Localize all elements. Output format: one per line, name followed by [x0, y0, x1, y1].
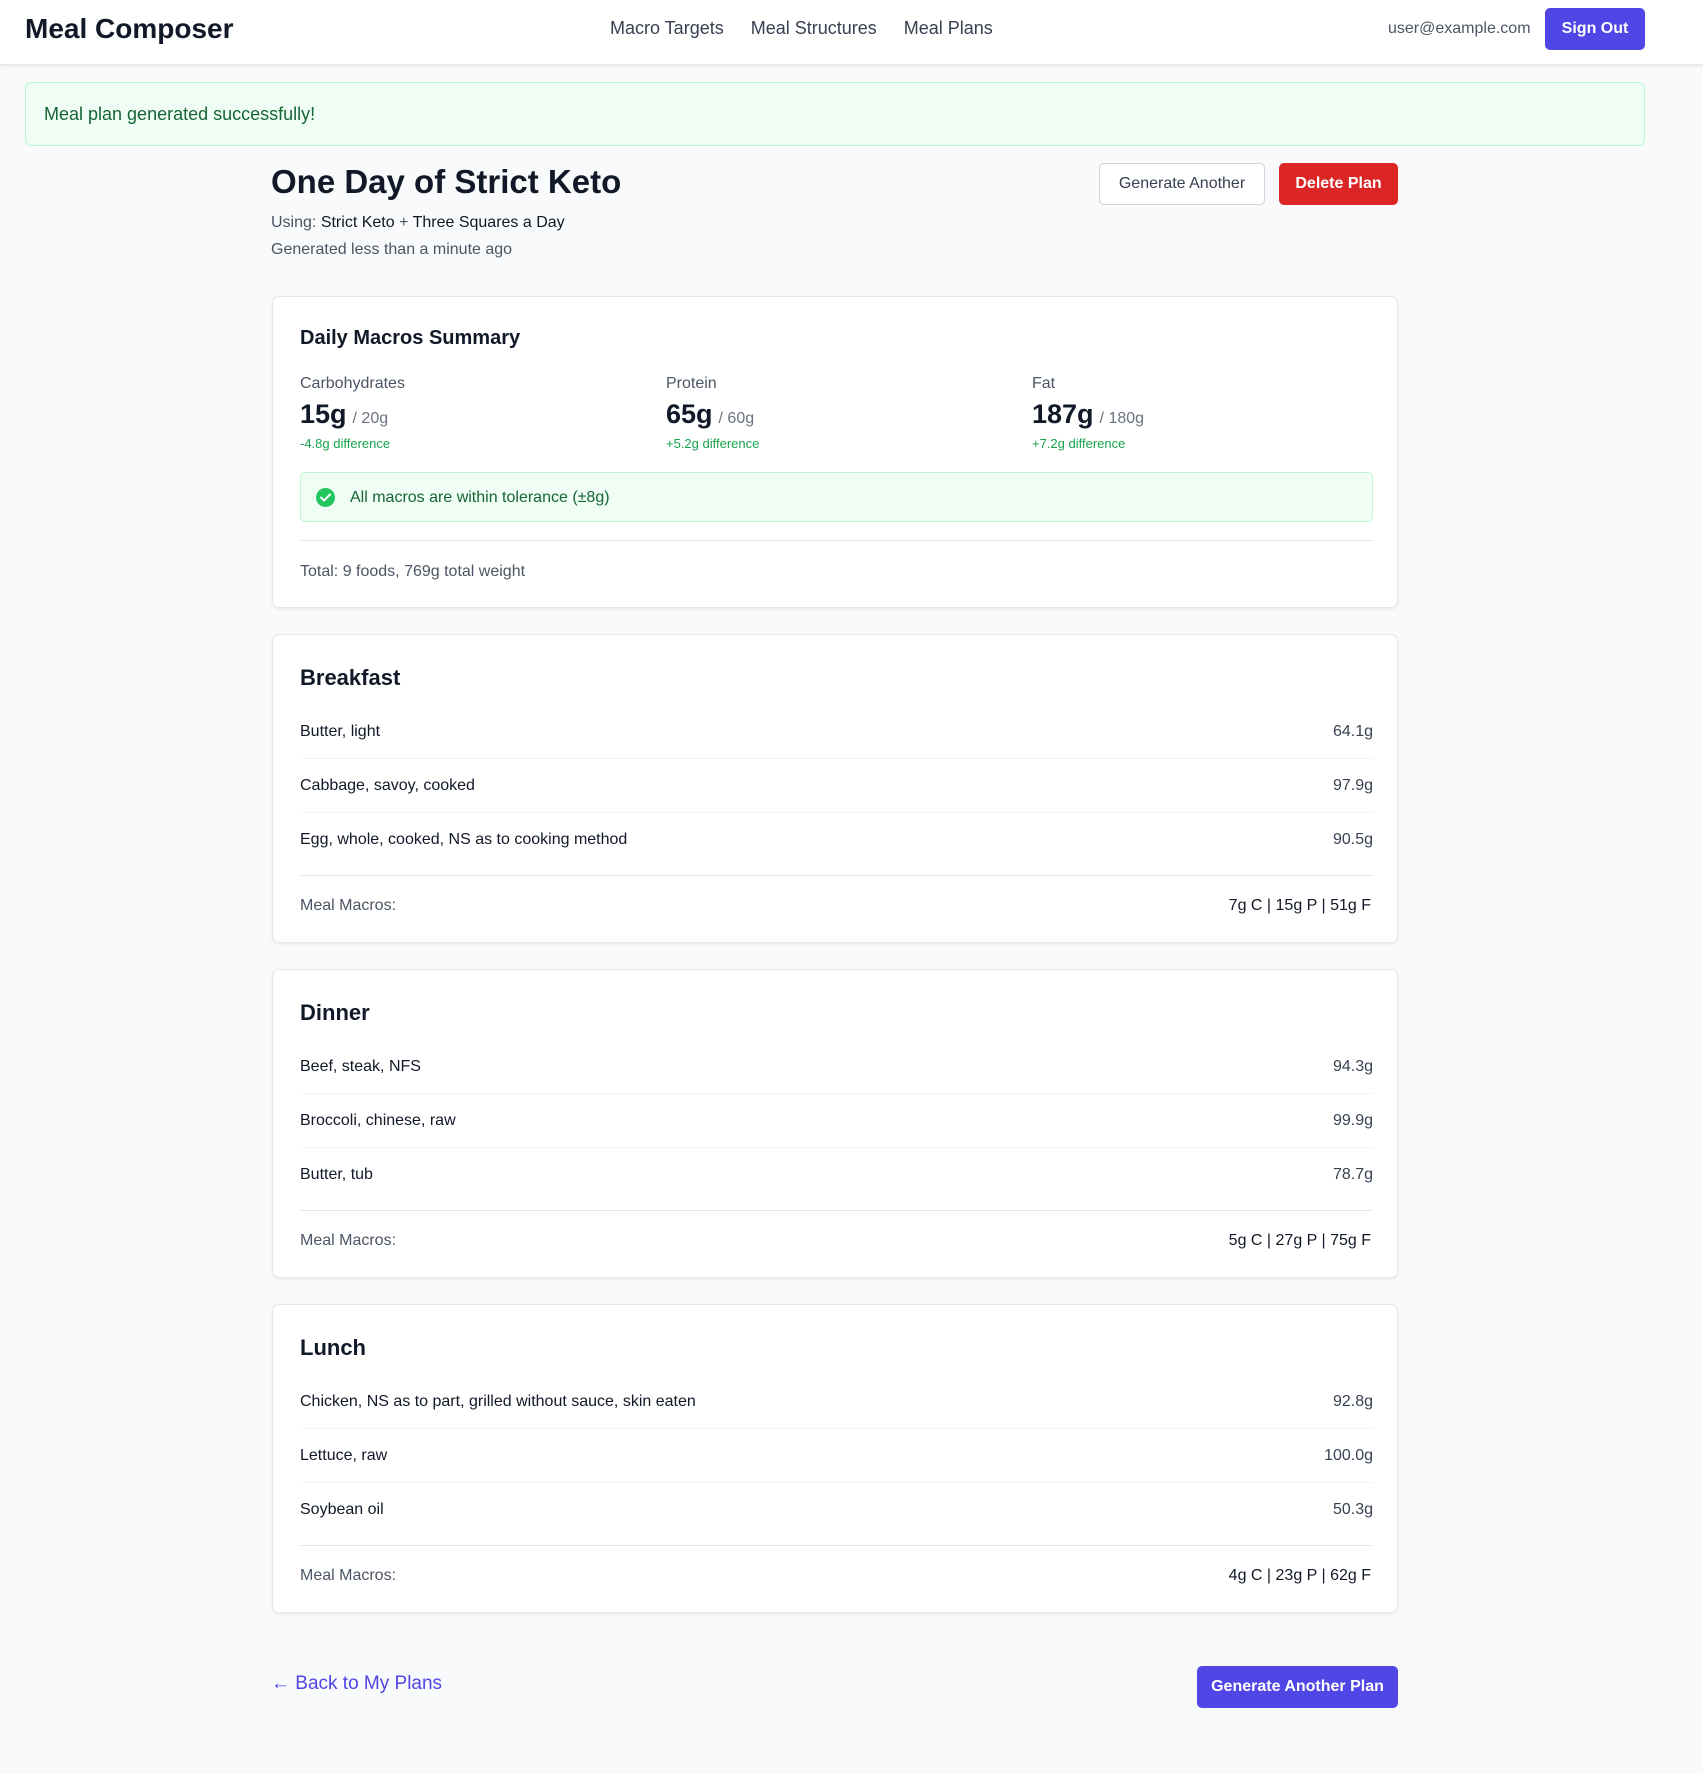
food-row: Egg, whole, cooked, NS as to cooking met… — [300, 813, 1373, 867]
top-navbar: Meal Composer Macro Targets Meal Structu… — [0, 0, 1703, 65]
food-row: Chicken, NS as to part, grilled without … — [300, 1375, 1373, 1429]
food-list: Butter, light 64.1g Cabbage, savoy, cooke… — [300, 705, 1373, 867]
food-name: Chicken, NS as to part, grilled without … — [300, 1393, 696, 1410]
food-row: Beef, steak, NFS 94.3g — [300, 1040, 1373, 1094]
macro-fat: Fat 187g / 180g +7.2g difference — [1032, 375, 1144, 451]
food-weight: 50.3g — [1332, 1501, 1373, 1518]
food-weight: 92.8g — [1332, 1393, 1373, 1410]
meal-divider — [300, 1545, 1373, 1546]
food-weight: 100.0g — [1324, 1447, 1373, 1464]
food-row: Butter, light 64.1g — [300, 705, 1373, 759]
main-nav: Macro Targets Meal Structures Meal Plans — [610, 18, 993, 39]
macro-label: Protein — [666, 375, 717, 392]
food-weight: 64.1g — [1332, 723, 1373, 740]
generated-time: Generated less than a minute ago — [271, 241, 513, 258]
check-circle-icon — [316, 488, 335, 507]
macro-difference: +5.2g difference — [666, 436, 760, 451]
arrow-left-icon: ← — [271, 1673, 290, 1694]
nav-link-meal-structures[interactable]: Meal Structures — [751, 18, 877, 39]
food-weight: 97.9g — [1332, 777, 1373, 794]
macro-target: / 20g — [352, 410, 389, 427]
summary-total: Total: 9 foods, 769g total weight — [300, 563, 526, 580]
daily-macros-summary-card: Daily Macros Summary Carbohydrates 15g / … — [272, 296, 1398, 608]
meal-card-dinner: Dinner Beef, steak, NFS 94.3g Broccoli, c… — [272, 969, 1398, 1278]
food-name: Beef, steak, NFS — [300, 1058, 421, 1075]
back-link-label: Back to My Plans — [295, 1673, 443, 1694]
delete-plan-button[interactable]: Delete Plan — [1279, 163, 1398, 205]
food-row: Lettuce, raw 100.0g — [300, 1429, 1373, 1483]
macro-target: / 60g — [718, 410, 755, 427]
food-name: Butter, tub — [300, 1166, 373, 1183]
food-name: Butter, light — [300, 723, 381, 740]
food-weight: 90.5g — [1332, 831, 1373, 848]
back-to-plans-link[interactable]: ← Back to My Plans — [271, 1673, 442, 1695]
macro-value: 187g — [1032, 399, 1094, 429]
plus-sign: + — [399, 214, 409, 231]
meal-card-breakfast: Breakfast Butter, light 64.1g Cabbage, sa… — [272, 634, 1398, 943]
macro-label: Fat — [1032, 375, 1056, 392]
macro-protein: Protein 65g / 60g +5.2g difference — [666, 375, 759, 451]
meal-divider — [300, 875, 1373, 876]
success-alert-message: Meal plan generated successfully! — [44, 104, 316, 124]
meal-divider — [300, 1210, 1373, 1211]
meal-title: Dinner — [300, 1000, 370, 1025]
tolerance-message: All macros are within tolerance (±8g) — [350, 489, 610, 506]
meal-card-lunch: Lunch Chicken, NS as to part, grilled wi… — [272, 1304, 1398, 1613]
food-name: Cabbage, savoy, cooked — [300, 777, 475, 794]
summary-divider — [300, 540, 1373, 541]
using-prefix: Using: — [271, 214, 317, 231]
meal-macros-value: 4g C | 23g P | 62g F — [1228, 1567, 1371, 1584]
macro-carbohydrates: Carbohydrates 15g / 20g -4.8g difference — [300, 375, 405, 451]
food-list: Chicken, NS as to part, grilled without … — [300, 1375, 1373, 1537]
meal-macros-label: Meal Macros: — [300, 897, 397, 914]
macro-value: 65g — [666, 399, 713, 429]
food-name: Egg, whole, cooked, NS as to cooking met… — [300, 831, 628, 848]
food-weight: 78.7g — [1332, 1166, 1373, 1183]
meal-macros-label: Meal Macros: — [300, 1567, 397, 1584]
plan-source-info: Using: Strict Keto + Three Squares a Day — [271, 214, 565, 232]
user-email: user@example.com — [1388, 20, 1531, 37]
macro-target-name: Strict Keto — [320, 214, 395, 231]
brand-logo[interactable]: Meal Composer — [25, 13, 234, 45]
nav-link-macro-targets[interactable]: Macro Targets — [610, 18, 724, 39]
success-alert: Meal plan generated successfully! — [25, 82, 1645, 146]
food-name: Soybean oil — [300, 1501, 384, 1518]
meal-title: Lunch — [300, 1335, 366, 1360]
tolerance-status: All macros are within tolerance (±8g) — [300, 472, 1373, 522]
food-name: Broccoli, chinese, raw — [300, 1112, 456, 1129]
summary-title: Daily Macros Summary — [300, 327, 521, 349]
meal-macros-label: Meal Macros: — [300, 1232, 397, 1249]
macro-difference: +7.2g difference — [1032, 436, 1126, 451]
macro-target: / 180g — [1099, 410, 1145, 427]
food-name: Lettuce, raw — [300, 1447, 388, 1464]
macro-difference: -4.8g difference — [300, 436, 391, 451]
generate-another-plan-button[interactable]: Generate Another Plan — [1197, 1666, 1398, 1708]
meal-macros-value: 5g C | 27g P | 75g F — [1228, 1232, 1371, 1249]
macro-label: Carbohydrates — [300, 375, 405, 392]
food-list: Beef, steak, NFS 94.3g Broccoli, chinese,… — [300, 1040, 1373, 1202]
meal-title: Breakfast — [300, 665, 401, 690]
meal-macros-value: 7g C | 15g P | 51g F — [1228, 897, 1371, 914]
nav-link-meal-plans[interactable]: Meal Plans — [904, 18, 993, 39]
page-title: One Day of Strict Keto — [271, 163, 622, 200]
food-row: Broccoli, chinese, raw 99.9g — [300, 1094, 1373, 1148]
food-weight: 99.9g — [1332, 1112, 1373, 1129]
food-weight: 94.3g — [1332, 1058, 1373, 1075]
generate-another-button[interactable]: Generate Another — [1099, 163, 1265, 205]
food-row: Soybean oil 50.3g — [300, 1483, 1373, 1537]
food-row: Butter, tub 78.7g — [300, 1148, 1373, 1202]
sign-out-button[interactable]: Sign Out — [1545, 8, 1645, 50]
food-row: Cabbage, savoy, cooked 97.9g — [300, 759, 1373, 813]
meal-structure-name: Three Squares a Day — [412, 214, 565, 231]
macro-value: 15g — [300, 399, 347, 429]
